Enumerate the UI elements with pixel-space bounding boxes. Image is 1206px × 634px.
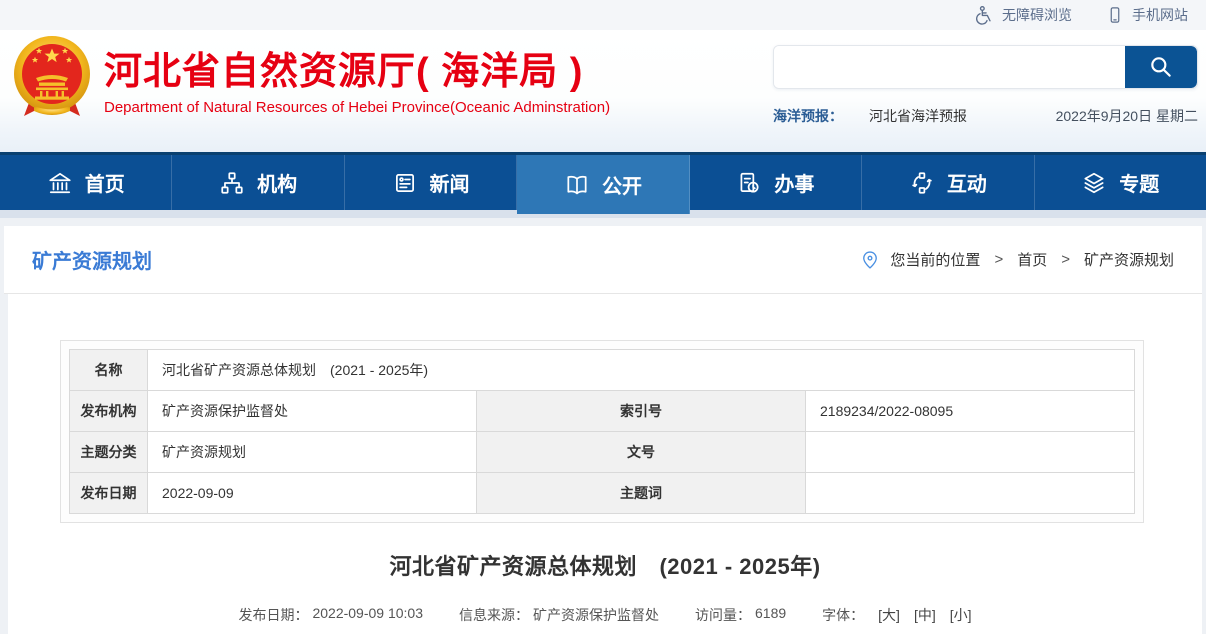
index-value: 2189234/2022-08095: [806, 391, 1135, 432]
national-emblem-logo: [12, 32, 92, 124]
layers-icon: [1081, 170, 1107, 196]
nav-label: 新闻: [430, 168, 470, 197]
nav-label: 办事: [774, 168, 814, 197]
keywords-label: 主题词: [477, 473, 806, 514]
interact-icon: [909, 170, 935, 196]
table-row: 主题分类 矿产资源规划 文号: [70, 432, 1135, 473]
publish-date-group: 发布日期： 2022-09-09 10:03: [238, 605, 423, 625]
site-title: 河北省自然资源厅( 海洋局 ): [104, 50, 610, 94]
org-chart-icon: [219, 170, 245, 196]
location-label: 您当前的位置: [890, 249, 980, 270]
accessibility-label: 无障碍浏览: [1002, 5, 1072, 25]
mobile-site-link[interactable]: 手机网站: [1106, 5, 1188, 25]
mobile-site-label: 手机网站: [1132, 5, 1188, 25]
font-size-label: 字体：: [822, 605, 864, 625]
search-button[interactable]: [1125, 46, 1197, 88]
wheelchair-icon: [974, 5, 994, 25]
nav-label: 首页: [85, 168, 125, 197]
pubdate-label: 发布日期: [70, 473, 148, 514]
news-icon: [392, 170, 418, 196]
name-label: 名称: [70, 350, 148, 391]
site-header: 河北省自然资源厅( 海洋局 ) Department of Natural Re…: [0, 30, 1206, 152]
forecast-link[interactable]: 河北省海洋预报: [869, 106, 967, 126]
forecast-label: 海洋预报：: [773, 106, 843, 126]
nav-item-interact[interactable]: 互动: [862, 155, 1034, 210]
breadcrumb: 您当前的位置 > 首页 > 矿产资源规划: [860, 249, 1174, 270]
nav-item-home[interactable]: 首页: [0, 155, 172, 210]
search-input[interactable]: [774, 46, 1125, 88]
page-section-title: 矿产资源规划: [32, 245, 152, 274]
publish-date-value: 2022-09-09 10:03: [312, 605, 423, 625]
font-size-group: 字体： [大] [中] [小]: [822, 605, 971, 625]
category-value: 矿产资源规划: [148, 432, 477, 473]
site-brand: 河北省自然资源厅( 海洋局 ) Department of Natural Re…: [12, 32, 610, 124]
table-row: 名称 河北省矿产资源总体规划 (2021 - 2025年): [70, 350, 1135, 391]
document-info-table: 名称 河北省矿产资源总体规划 (2021 - 2025年) 发布机构 矿产资源保…: [69, 349, 1135, 514]
source-value: 矿产资源保护监督处: [533, 605, 659, 625]
search-box: [773, 45, 1198, 89]
article-meta-row: 发布日期： 2022-09-09 10:03 信息来源： 矿产资源保护监督处 访…: [8, 605, 1202, 625]
pubdate-value: 2022-09-09: [148, 473, 477, 514]
accessibility-link[interactable]: 无障碍浏览: [974, 5, 1072, 25]
table-row: 发布日期 2022-09-09 主题词: [70, 473, 1135, 514]
breadcrumb-separator: >: [1061, 251, 1070, 268]
breadcrumb-bar: 矿产资源规划 您当前的位置 > 首页 > 矿产资源规划: [4, 226, 1202, 294]
breadcrumb-current: 矿产资源规划: [1084, 249, 1174, 270]
search-icon: [1148, 54, 1174, 80]
keywords-value: [806, 473, 1135, 514]
org-label: 发布机构: [70, 391, 148, 432]
document-info-box: 名称 河北省矿产资源总体规划 (2021 - 2025年) 发布机构 矿产资源保…: [60, 340, 1144, 523]
nav-label: 机构: [257, 168, 297, 197]
home-icon: [47, 170, 73, 196]
name-value: 河北省矿产资源总体规划 (2021 - 2025年): [148, 350, 1135, 391]
index-label: 索引号: [477, 391, 806, 432]
docnum-value: [806, 432, 1135, 473]
category-label: 主题分类: [70, 432, 148, 473]
nav-label: 公开: [602, 170, 642, 199]
font-size-large-button[interactable]: [大]: [878, 605, 900, 625]
tasks-icon: [736, 170, 762, 196]
main-nav: 首页 机构 新闻 公开 办事: [0, 152, 1206, 210]
breadcrumb-home[interactable]: 首页: [1017, 249, 1047, 270]
nav-item-org[interactable]: 机构: [172, 155, 344, 210]
docnum-label: 文号: [477, 432, 806, 473]
nav-label: 专题: [1119, 168, 1159, 197]
breadcrumb-separator: >: [994, 251, 1003, 268]
nav-item-public[interactable]: 公开: [517, 155, 689, 214]
nav-item-news[interactable]: 新闻: [345, 155, 517, 210]
location-pin-icon: [860, 250, 880, 270]
brand-text: 河北省自然资源厅( 海洋局 ) Department of Natural Re…: [104, 40, 610, 116]
content-panel: 名称 河北省矿产资源总体规划 (2021 - 2025年) 发布机构 矿产资源保…: [8, 294, 1202, 634]
visits-group: 访问量： 6189: [695, 605, 786, 625]
open-book-icon: [564, 172, 590, 198]
font-size-small-button[interactable]: [小]: [950, 605, 972, 625]
forecast-row: 海洋预报： 河北省海洋预报 2022年9月20日 星期二: [773, 106, 1198, 126]
mobile-phone-icon: [1106, 5, 1124, 25]
table-row: 发布机构 矿产资源保护监督处 索引号 2189234/2022-08095: [70, 391, 1135, 432]
header-date: 2022年9月20日 星期二: [1056, 106, 1198, 126]
source-label: 信息来源：: [459, 605, 529, 625]
font-size-medium-button[interactable]: [中]: [914, 605, 936, 625]
top-utility-bar: 无障碍浏览 手机网站: [0, 0, 1206, 30]
org-value: 矿产资源保护监督处: [148, 391, 477, 432]
source-group: 信息来源： 矿产资源保护监督处: [459, 605, 659, 625]
site-subtitle: Department of Natural Resources of Hebei…: [104, 99, 610, 116]
visits-value: 6189: [755, 605, 786, 625]
nav-label: 互动: [947, 168, 987, 197]
publish-date-label: 发布日期：: [238, 605, 308, 625]
visits-label: 访问量：: [695, 605, 751, 625]
nav-item-topics[interactable]: 专题: [1035, 155, 1206, 210]
header-right: 海洋预报： 河北省海洋预报 2022年9月20日 星期二: [773, 45, 1198, 126]
article-title: 河北省矿产资源总体规划 (2021 - 2025年): [8, 549, 1202, 581]
nav-item-services[interactable]: 办事: [690, 155, 862, 210]
